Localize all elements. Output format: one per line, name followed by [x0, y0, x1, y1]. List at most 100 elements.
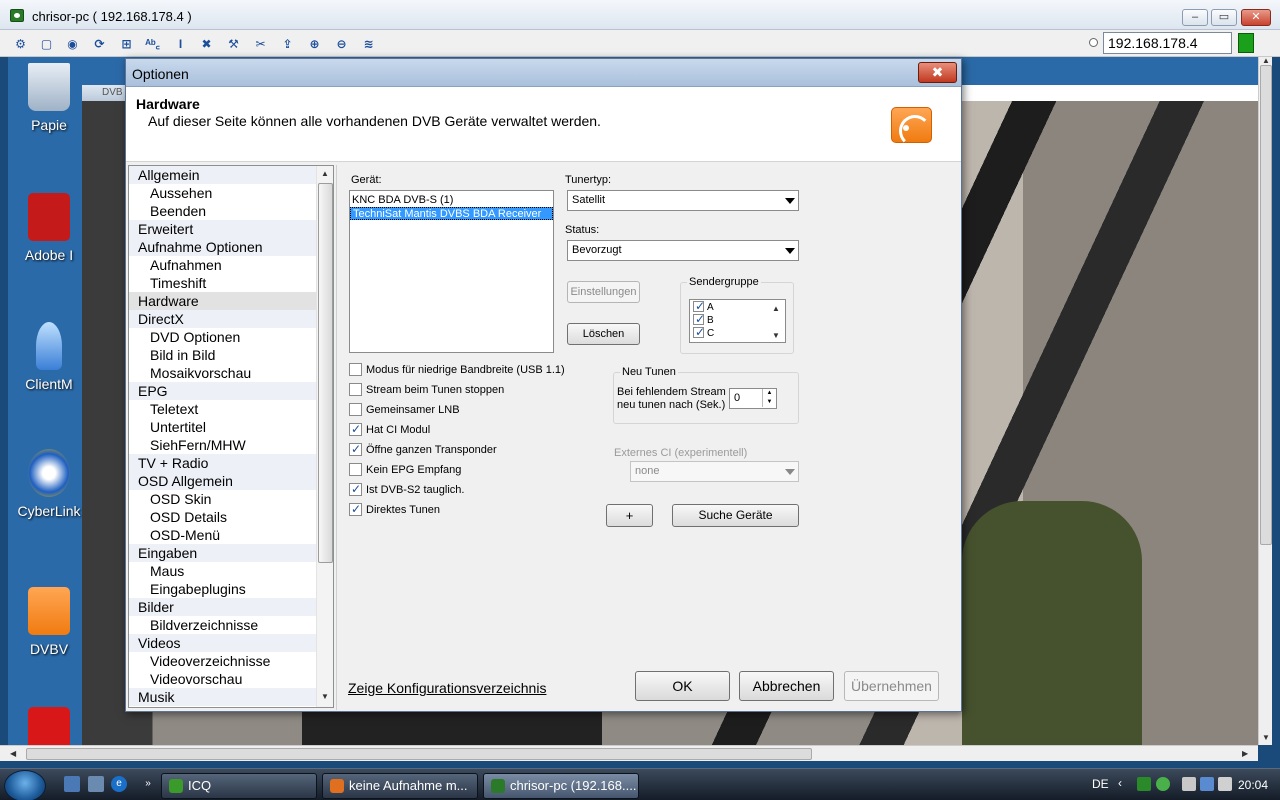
tree-item[interactable]: Bilder: [129, 598, 333, 616]
tree-item[interactable]: Timeshift: [129, 274, 333, 292]
taskbar-button[interactable]: ICQ: [161, 773, 317, 799]
checkbox[interactable]: [349, 463, 362, 476]
scrollbar-thumb[interactable]: [26, 748, 812, 760]
show-desktop-icon[interactable]: [64, 776, 80, 792]
cancel-button[interactable]: Abbrechen: [739, 671, 834, 701]
tree-item[interactable]: Eingabeplugins: [129, 580, 333, 598]
option-checkbox-row[interactable]: Ist DVB-S2 tauglich.: [349, 482, 464, 501]
remote-horizontal-scrollbar[interactable]: ◀ ▶: [0, 745, 1258, 761]
tree-item[interactable]: Eingaben: [129, 544, 333, 562]
tree-item[interactable]: Musik: [129, 688, 333, 706]
option-checkbox-row[interactable]: Direktes Tunen: [349, 502, 440, 521]
checkbox[interactable]: [349, 422, 362, 437]
option-checkbox-row[interactable]: Öffne ganzen Transponder: [349, 442, 497, 461]
chevron-left-icon[interactable]: ‹: [1118, 776, 1132, 790]
tree-item[interactable]: Bild in Bild: [129, 346, 333, 364]
volume-icon[interactable]: [1218, 777, 1232, 791]
chevron-more-icon[interactable]: »: [140, 776, 156, 792]
tree-item[interactable]: OSD Details: [129, 508, 333, 526]
language-indicator[interactable]: DE: [1092, 777, 1109, 791]
tree-item[interactable]: Bildverzeichnisse: [129, 616, 333, 634]
tree-item[interactable]: OSD-Menü: [129, 526, 333, 544]
scrollbar-thumb[interactable]: [1260, 65, 1272, 545]
checkbox[interactable]: [349, 442, 362, 457]
tree-item[interactable]: Videos: [129, 634, 333, 652]
device-list-item[interactable]: TechniSat Mantis DVBS BDA Receiver (2): [350, 207, 553, 233]
vnc-close-button[interactable]: ✕: [1241, 9, 1271, 26]
desktop-icon-client-manager[interactable]: ClientM: [8, 322, 90, 392]
tree-item[interactable]: Videovorschau: [129, 670, 333, 688]
file-transfer-icon[interactable]: I: [170, 34, 191, 54]
tree-item[interactable]: Erweitert: [129, 220, 333, 238]
option-checkbox-row[interactable]: Modus für niedrige Bandbreite (USB 1.1): [349, 363, 565, 381]
r-tray-icon[interactable]: [1137, 777, 1151, 791]
tree-item[interactable]: Hardware: [129, 292, 333, 310]
tree-item[interactable]: TV + Radio: [129, 454, 333, 472]
upload-icon[interactable]: ⇪: [277, 34, 298, 54]
tree-item[interactable]: Aufnahme Optionen: [129, 238, 333, 256]
wrench-icon[interactable]: ✂: [250, 34, 271, 54]
tree-item[interactable]: DirectX: [129, 310, 333, 328]
add-button[interactable]: +: [606, 504, 653, 527]
tree-item[interactable]: EPG: [129, 382, 333, 400]
connection-options-icon[interactable]: ⚙: [10, 34, 31, 54]
refresh-icon[interactable]: ⟳: [89, 34, 110, 54]
checkbox[interactable]: [693, 313, 705, 326]
tree-item[interactable]: Allgemein: [129, 166, 333, 184]
fullscreen-icon[interactable]: ▢: [36, 34, 57, 54]
delete-button[interactable]: Löschen: [567, 323, 640, 345]
start-button[interactable]: [4, 770, 46, 800]
scrollbar-thumb[interactable]: [318, 183, 333, 563]
text-chat-icon[interactable]: ᴬᵇ꜀: [142, 34, 163, 54]
tree-item[interactable]: Aussehen: [129, 184, 333, 202]
desktop-icon-adobe-reader[interactable]: Adobe I: [8, 193, 90, 263]
desktop-icon-partial[interactable]: [8, 707, 90, 745]
tools-icon[interactable]: ⚒: [223, 34, 244, 54]
status-select[interactable]: Bevorzugt: [567, 240, 799, 261]
remote-vertical-scrollbar[interactable]: ▲ ▼: [1258, 56, 1272, 745]
desktop-icon-cyberlink[interactable]: CyberLink: [8, 449, 90, 519]
neu-tunen-spinner[interactable]: 0 ▲ ▼: [729, 388, 777, 409]
globe-icon[interactable]: ◉: [62, 34, 83, 54]
taskbar-button[interactable]: chrisor-pc (192.168....: [483, 773, 639, 799]
checkbox[interactable]: [349, 363, 362, 376]
desktop-icon-dvbviewer[interactable]: DVBV: [8, 587, 90, 657]
option-checkbox-row[interactable]: Gemeinsamer LNB: [349, 403, 460, 421]
tree-scrollbar[interactable]: ▲ ▼: [316, 166, 333, 707]
zoom-in-icon[interactable]: ⊕: [304, 34, 325, 54]
tunertype-select[interactable]: Satellit: [567, 190, 799, 211]
host-address-input[interactable]: [1103, 32, 1232, 54]
settings-button[interactable]: Einstellungen: [567, 281, 640, 303]
tree-item[interactable]: Beenden: [129, 202, 333, 220]
tree-item[interactable]: Teletext: [129, 400, 333, 418]
tree-item[interactable]: SiehFern/MHW: [129, 436, 333, 454]
taskbar-button[interactable]: keine Aufnahme m...: [322, 773, 478, 799]
option-checkbox-row[interactable]: Stream beim Tunen stoppen: [349, 383, 504, 401]
option-checkbox-row[interactable]: Hat CI Modul: [349, 422, 430, 441]
host-radio-icon[interactable]: [1089, 38, 1098, 47]
sendergruppe-item[interactable]: C: [690, 326, 785, 340]
tree-item[interactable]: Aufnahmen: [129, 256, 333, 274]
switch-windows-icon[interactable]: [88, 776, 104, 792]
minimize-button[interactable]: –: [1182, 9, 1208, 26]
tree-item[interactable]: OSD Skin: [129, 490, 333, 508]
search-devices-button[interactable]: Suche Geräte: [672, 504, 799, 527]
show-config-folder-link[interactable]: Zeige Konfigurationsverzeichnis: [348, 680, 546, 696]
dialog-close-button[interactable]: ✖: [918, 62, 957, 83]
tree-item[interactable]: Maus: [129, 562, 333, 580]
disconnect-icon[interactable]: ✖: [196, 34, 217, 54]
tree-item[interactable]: OSD Allgemein: [129, 472, 333, 490]
option-checkbox-row[interactable]: Kein EPG Empfang: [349, 463, 461, 481]
spin-down-icon[interactable]: ▼: [762, 398, 776, 407]
tree-item[interactable]: DVD Optionen: [129, 328, 333, 346]
device-tray-icon[interactable]: [1182, 777, 1196, 791]
ok-button[interactable]: OK: [635, 671, 730, 701]
clock[interactable]: 20:04: [1238, 778, 1268, 792]
network-tray-icon[interactable]: [1200, 777, 1214, 791]
checkbox[interactable]: [693, 326, 705, 339]
options-tree[interactable]: Allgemein Aussehen Beenden Erweitert Aufnahm…: [128, 165, 334, 708]
tree-item[interactable]: Videoverzeichnisse: [129, 652, 333, 670]
externes-ci-select[interactable]: none: [630, 461, 799, 482]
device-list-item[interactable]: KNC BDA DVB-S (1): [350, 194, 553, 207]
checkbox[interactable]: [693, 300, 705, 313]
